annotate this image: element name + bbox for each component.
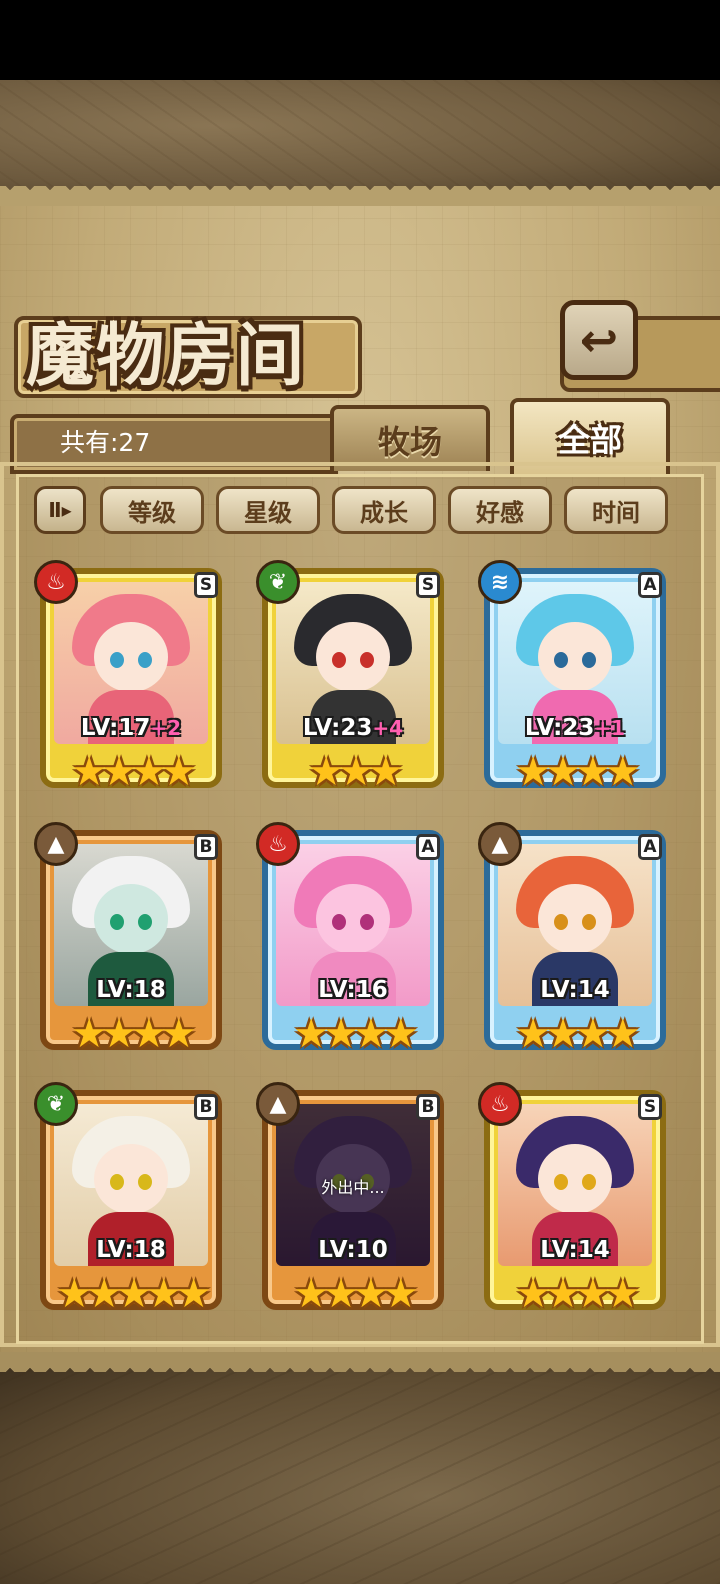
level-label: LV:18 bbox=[34, 1237, 228, 1263]
level-text: LV:23 bbox=[302, 715, 373, 741]
leaf-icon: ❦ bbox=[256, 560, 300, 604]
level-text: LV:10 bbox=[318, 1237, 388, 1263]
sort-time-button[interactable]: 时间 bbox=[564, 486, 668, 534]
pause-play-icon: Ⅱ▸ bbox=[48, 498, 72, 522]
rank-badge: B bbox=[416, 1094, 440, 1120]
monster-card[interactable]: ▲ B 外出中... LV:10 ★★★★ bbox=[256, 1082, 450, 1322]
fire-icon: ♨ bbox=[34, 560, 78, 604]
monster-room-screen: 魔物房间 ↩ 共有:27 牧场 全部 Ⅱ▸ 等级 星级 成长 好感 时间 ♨ S… bbox=[0, 0, 720, 1584]
level-plus: +2 bbox=[150, 716, 182, 740]
star-rating: ★★★ bbox=[308, 749, 404, 795]
level-text: LV:18 bbox=[96, 1237, 166, 1263]
level-label: LV:16 bbox=[256, 977, 450, 1003]
star-rating: ★★★★ bbox=[515, 1011, 640, 1057]
monster-card[interactable]: ▲ A LV:14 ★★★★ bbox=[478, 822, 672, 1062]
level-text: LV:16 bbox=[318, 977, 388, 1003]
level-text: LV:18 bbox=[96, 977, 166, 1003]
level-text: LV:23 bbox=[524, 715, 595, 741]
tab-label: 牧场 bbox=[377, 423, 442, 461]
sort-level-button[interactable]: 等级 bbox=[100, 486, 204, 534]
earth-icon: ▲ bbox=[34, 822, 78, 866]
map-background-bottom bbox=[0, 1365, 720, 1584]
level-label: LV:17+2 bbox=[34, 715, 228, 741]
monster-card[interactable]: ♨ A LV:16 ★★★★ bbox=[256, 822, 450, 1062]
sort-affinity-button[interactable]: 好感 bbox=[448, 486, 552, 534]
star-rating: ★★★★★ bbox=[56, 1271, 211, 1317]
rank-badge: A bbox=[416, 834, 440, 860]
fire-icon: ♨ bbox=[256, 822, 300, 866]
sort-label: 等级 bbox=[128, 498, 176, 527]
monster-card[interactable]: ♨ S LV:17+2 ★★★★ bbox=[34, 560, 228, 800]
page-title: 魔物房间 bbox=[26, 316, 307, 396]
tab-label: 全部 bbox=[557, 421, 622, 459]
torn-edge-bottom bbox=[0, 1352, 720, 1372]
star-rating: ★★★★ bbox=[515, 749, 640, 795]
sort-label: 时间 bbox=[592, 498, 640, 527]
monster-card[interactable]: ≋ A LV:23+1 ★★★★ bbox=[478, 560, 672, 800]
level-label: LV:14 bbox=[478, 977, 672, 1003]
rank-badge: B bbox=[194, 834, 218, 860]
level-text: LV:17 bbox=[80, 715, 151, 741]
rank-badge: S bbox=[416, 572, 440, 598]
level-label: LV:23+4 bbox=[256, 715, 450, 741]
back-button[interactable]: ↩ bbox=[560, 300, 638, 380]
earth-icon: ▲ bbox=[478, 822, 522, 866]
level-label: LV:10 bbox=[256, 1237, 450, 1263]
leaf-icon: ❦ bbox=[34, 1082, 78, 1126]
rank-badge: S bbox=[194, 572, 218, 598]
away-status: 外出中... bbox=[321, 1178, 385, 1197]
rank-badge: A bbox=[638, 834, 662, 860]
level-plus: +1 bbox=[594, 716, 626, 740]
monster-card[interactable]: ❦ S LV:23+4 ★★★ bbox=[256, 560, 450, 800]
monster-card[interactable]: ▲ B LV:18 ★★★★ bbox=[34, 822, 228, 1062]
star-rating: ★★★★ bbox=[71, 1011, 196, 1057]
earth-icon: ▲ bbox=[256, 1082, 300, 1126]
fire-icon: ♨ bbox=[478, 1082, 522, 1126]
sort-label: 好感 bbox=[476, 498, 524, 527]
map-background-top bbox=[0, 80, 720, 195]
level-plus: +4 bbox=[372, 716, 404, 740]
star-rating: ★★★★ bbox=[293, 1271, 418, 1317]
level-label: LV:14 bbox=[478, 1237, 672, 1263]
star-rating: ★★★★ bbox=[293, 1011, 418, 1057]
monster-count: 共有:27 bbox=[60, 428, 151, 457]
sort-label: 成长 bbox=[360, 498, 408, 527]
level-text: LV:14 bbox=[540, 977, 610, 1003]
sort-star-button[interactable]: 星级 bbox=[216, 486, 320, 534]
water-icon: ≋ bbox=[478, 560, 522, 604]
rank-badge: A bbox=[638, 572, 662, 598]
level-label: LV:18 bbox=[34, 977, 228, 1003]
sort-growth-button[interactable]: 成长 bbox=[332, 486, 436, 534]
monster-card[interactable]: ❦ B LV:18 ★★★★★ bbox=[34, 1082, 228, 1322]
rank-badge: S bbox=[638, 1094, 662, 1120]
monster-card[interactable]: ♨ S LV:14 ★★★★ bbox=[478, 1082, 672, 1322]
sort-order-toggle[interactable]: Ⅱ▸ bbox=[34, 486, 86, 534]
rank-badge: B bbox=[194, 1094, 218, 1120]
star-rating: ★★★★ bbox=[71, 749, 196, 795]
star-rating: ★★★★ bbox=[515, 1271, 640, 1317]
torn-edge-top bbox=[0, 186, 720, 206]
level-label: LV:23+1 bbox=[478, 715, 672, 741]
level-text: LV:14 bbox=[540, 1237, 610, 1263]
return-arrow-icon: ↩ bbox=[579, 313, 619, 367]
sort-label: 星级 bbox=[244, 498, 292, 527]
